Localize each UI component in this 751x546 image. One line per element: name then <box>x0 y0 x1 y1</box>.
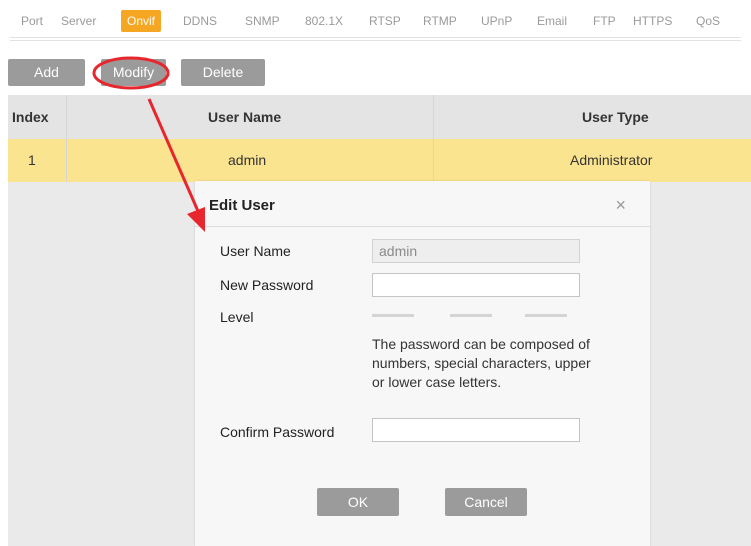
header-user-type: User Type <box>582 109 649 125</box>
tab-server[interactable]: Server <box>61 10 96 32</box>
user-toolbar: Add Modify Delete <box>0 59 751 87</box>
tab-8021x[interactable]: 802.1X <box>305 10 343 32</box>
tab-rtmp[interactable]: RTMP <box>423 10 457 32</box>
modify-button[interactable]: Modify <box>101 59 166 86</box>
strength-bar-medium <box>450 314 492 317</box>
column-divider <box>66 95 67 182</box>
strength-bar-weak <box>372 314 414 317</box>
cancel-button[interactable]: Cancel <box>445 488 527 516</box>
header-user-name: User Name <box>208 109 282 125</box>
tab-port[interactable]: Port <box>21 10 43 32</box>
table-header: Index User Name User Type <box>8 95 751 140</box>
tab-rtsp[interactable]: RTSP <box>369 10 401 32</box>
confirm-password-label: Confirm Password <box>220 424 335 440</box>
strength-bar-strong <box>525 314 567 317</box>
user-name-label: User Name <box>220 243 291 259</box>
tab-email[interactable]: Email <box>537 10 567 32</box>
tab-ddns[interactable]: DDNS <box>183 10 217 32</box>
column-divider <box>433 95 434 182</box>
tab-divider <box>10 37 741 38</box>
tab-upnp[interactable]: UPnP <box>481 10 512 32</box>
ok-button[interactable]: OK <box>317 488 399 516</box>
cell-user-name: admin <box>228 152 267 168</box>
edit-user-dialog: Edit User × User Name New Password Level… <box>195 181 650 546</box>
header-index: Index <box>12 109 49 125</box>
tab-divider-lower <box>10 40 741 41</box>
password-hint: The password can be composed of numbers,… <box>372 336 591 390</box>
user-name-field <box>372 239 580 263</box>
close-icon[interactable]: × <box>615 195 626 216</box>
tab-ftp[interactable]: FTP <box>593 10 616 32</box>
new-password-label: New Password <box>220 277 314 293</box>
tab-qos[interactable]: QoS <box>696 10 720 32</box>
dialog-divider <box>195 226 650 227</box>
level-label: Level <box>220 309 254 325</box>
confirm-password-field[interactable] <box>372 418 580 442</box>
tab-snmp[interactable]: SNMP <box>245 10 280 32</box>
dialog-title: Edit User <box>209 197 275 214</box>
cell-user-type: Administrator <box>570 152 653 168</box>
tab-onvif[interactable]: Onvif <box>121 10 162 32</box>
delete-button[interactable]: Delete <box>181 59 265 86</box>
new-password-field[interactable] <box>372 273 580 297</box>
cell-index: 1 <box>28 152 36 168</box>
tab-https[interactable]: HTTPS <box>633 10 672 32</box>
settings-tab-bar: Port Server Onvif DDNS SNMP 802.1X RTSP … <box>0 0 751 44</box>
table-row[interactable]: 1 admin Administrator <box>8 139 751 182</box>
add-button[interactable]: Add <box>8 59 85 86</box>
